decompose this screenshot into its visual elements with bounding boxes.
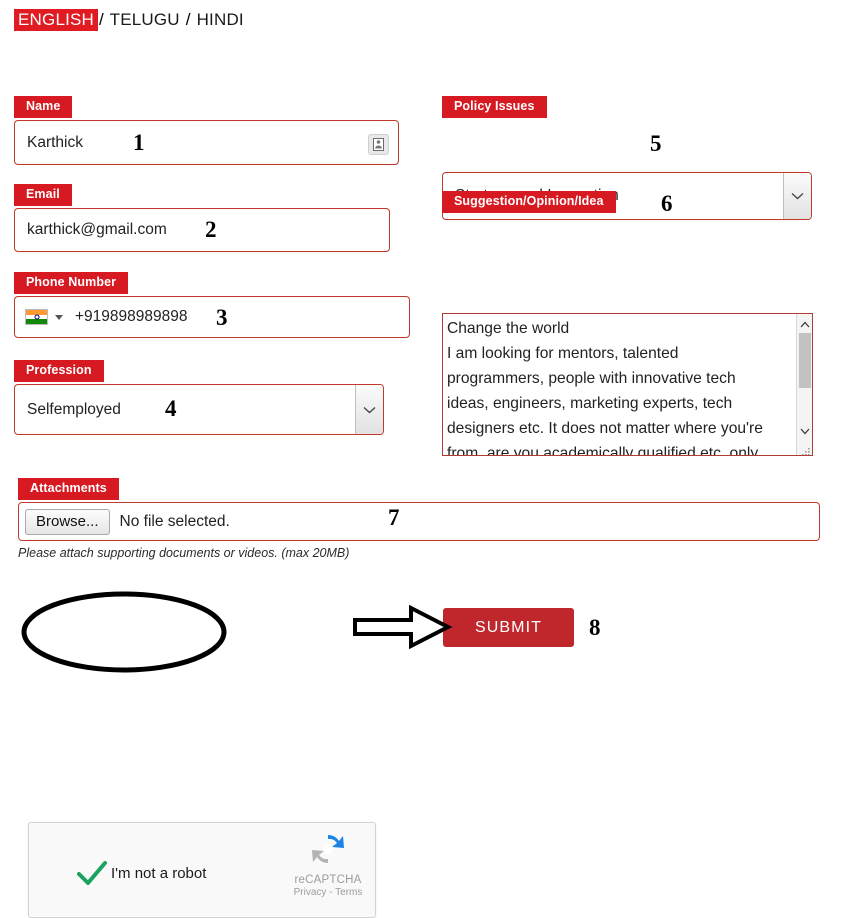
phone-input[interactable]: +919898989898: [14, 296, 410, 338]
recaptcha-branding: reCAPTCHA Privacy - Terms: [289, 829, 367, 898]
language-separator-1: /: [99, 10, 104, 29]
profession-select-value: Selfemployed: [27, 400, 121, 418]
browse-button[interactable]: Browse...: [25, 508, 110, 535]
annotation-arrow-submit: [353, 604, 453, 650]
recaptcha-checkbox-checked-icon[interactable]: [77, 861, 107, 892]
annotation-number-8: 8: [589, 615, 601, 640]
language-separator-2: /: [185, 10, 191, 29]
textarea-resize-grip[interactable]: [801, 444, 811, 455]
textarea-scrollbar[interactable]: [796, 314, 812, 455]
annotation-number-6: 6: [661, 191, 673, 216]
annotation-number-1: 1: [133, 130, 145, 155]
scrollbar-thumb[interactable]: [799, 333, 811, 388]
annotation-number-7: 7: [388, 505, 400, 530]
submit-button[interactable]: SUBMIT: [443, 608, 574, 647]
recaptcha-logo-icon: [307, 834, 349, 873]
contact-card-icon[interactable]: [368, 134, 389, 155]
country-dropdown-caret-icon[interactable]: [55, 308, 63, 326]
name-input-value: Karthick: [27, 133, 83, 151]
recaptcha-label: I'm not a robot: [111, 865, 207, 882]
attachments-hint: Please attach supporting documents or vi…: [18, 546, 350, 560]
annotation-number-5: 5: [650, 131, 662, 156]
name-field-label: Name: [14, 96, 73, 119]
policy-issues-field-label: Policy Issues: [442, 96, 547, 119]
attachments-file-input[interactable]: Browse... No file selected.: [18, 502, 820, 541]
language-option-english[interactable]: ENGLISH: [14, 9, 99, 31]
annotation-number-3: 3: [216, 305, 228, 330]
recaptcha-legal-links[interactable]: Privacy - Terms: [289, 887, 367, 898]
email-input-value: karthick@gmail.com: [27, 221, 167, 238]
chevron-down-icon[interactable]: [783, 173, 811, 219]
suggestion-field-label: Suggestion/Opinion/Idea: [442, 191, 616, 214]
profession-select[interactable]: Selfemployed: [14, 384, 384, 435]
scroll-up-arrow-icon[interactable]: [797, 316, 812, 332]
language-switcher[interactable]: ENGLISH / TELUGU / HINDI: [14, 9, 244, 31]
annotation-number-4: 4: [165, 396, 177, 421]
recaptcha-brand-name: reCAPTCHA: [294, 874, 362, 886]
india-flag-icon[interactable]: [25, 309, 48, 325]
file-status-text: No file selected.: [119, 512, 230, 530]
language-option-hindi[interactable]: HINDI: [197, 10, 244, 29]
profession-field-label: Profession: [14, 360, 104, 383]
phone-input-value: +919898989898: [75, 308, 188, 325]
name-input[interactable]: Karthick: [14, 120, 399, 165]
annotation-ellipse-recaptcha: [21, 591, 227, 673]
suggestion-textarea-value: Change the world I am looking for mentor…: [447, 320, 763, 456]
chevron-down-icon[interactable]: [355, 385, 383, 434]
annotation-number-2: 2: [205, 217, 217, 242]
scroll-down-arrow-icon[interactable]: [797, 423, 812, 439]
language-option-telugu[interactable]: TELUGU: [110, 10, 180, 29]
email-input[interactable]: karthick@gmail.com: [14, 208, 390, 252]
attachments-field-label: Attachments: [18, 478, 119, 501]
email-field-label: Email: [14, 184, 72, 207]
phone-field-label: Phone Number: [14, 272, 129, 295]
suggestion-textarea[interactable]: Change the world I am looking for mentor…: [442, 313, 813, 456]
recaptcha-widget[interactable]: I'm not a robot reCAPTCHA Privacy - Term…: [28, 822, 376, 918]
